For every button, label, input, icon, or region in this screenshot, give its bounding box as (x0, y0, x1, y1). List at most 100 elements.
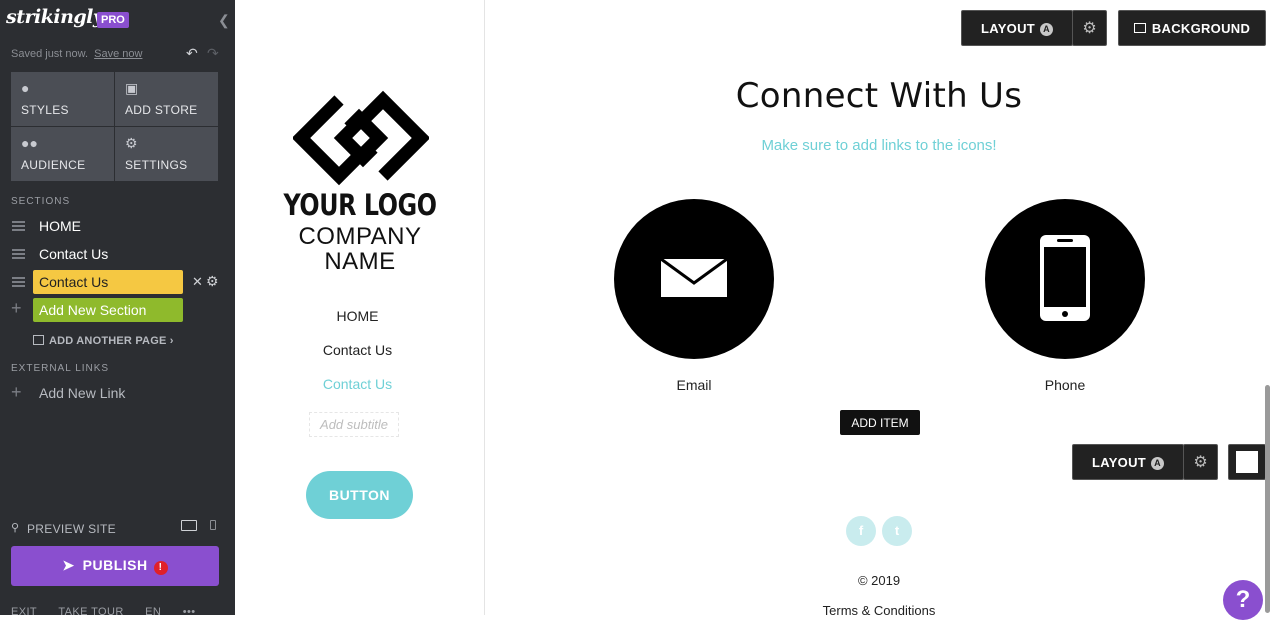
nav-link-contact-active[interactable]: Contact Us (235, 376, 480, 392)
add-new-link-row[interactable]: + Add New Link (0, 382, 235, 404)
section-label: HOME (39, 218, 81, 234)
layout-label: LAYOUT (980, 20, 1036, 36)
section-title[interactable]: Connect With Us (486, 76, 1272, 116)
page-icon (33, 335, 44, 345)
drag-handle-icon[interactable] (12, 277, 25, 287)
site-cta-button[interactable]: BUTTON (306, 471, 413, 519)
collapse-sidebar-icon[interactable]: ❮ (218, 12, 230, 28)
phone-icon (1040, 235, 1090, 321)
section-name-input[interactable] (33, 270, 183, 294)
strikingly-logo[interactable]: strikingly (6, 6, 104, 28)
square-icon (1236, 451, 1258, 473)
take-tour-link[interactable]: TAKE TOUR (58, 606, 123, 615)
logo-title: YOUR LOGO (283, 188, 437, 222)
layout-badge: A (1151, 456, 1165, 470)
add-page-label: ADD ANOTHER PAGE (49, 335, 167, 347)
language-link[interactable]: EN (145, 606, 161, 615)
save-status-text: Saved just now. (11, 48, 89, 60)
logo-name-line: NAME (324, 248, 396, 275)
main-canvas: LAYOUT A ⚙ BACKGROUND Connect With Us Mak… (486, 0, 1275, 620)
search-icon: ⚲ (11, 522, 20, 534)
alert-icon: ! (153, 561, 168, 575)
editor-sidebar: strikingly PRO ❮ Saved just now. Save no… (0, 0, 235, 615)
section-label: Contact Us (39, 246, 109, 262)
logo-company-line: COMPANY (298, 223, 422, 250)
gear-icon[interactable]: ⚙ (206, 273, 219, 290)
drag-handle-icon[interactable] (12, 221, 25, 231)
gear-icon: ⚙ (1082, 20, 1097, 37)
help-button[interactable]: ? (1223, 580, 1263, 620)
background-label: BACKGROUND (1151, 20, 1251, 36)
rocket-icon: ➤ (62, 557, 75, 573)
mobile-icon[interactable] (210, 520, 216, 530)
copyright-text: © 2019 (857, 573, 901, 588)
audience-label: AUDIENCE (21, 158, 86, 172)
site-nav-column: YOUR LOGO COMPANY NAME HOME Contact Us C… (235, 0, 485, 615)
preview-site-row: ⚲ PREVIEW SITE (11, 520, 221, 537)
store-icon: ▣ (125, 80, 139, 96)
gear-icon: ⚙ (125, 135, 138, 151)
pro-badge: PRO (97, 12, 129, 28)
redo-icon[interactable]: ↷ (207, 45, 219, 62)
email-item-label[interactable]: Email (614, 377, 774, 393)
settings-label: SETTINGS (125, 158, 188, 172)
section-subtitle[interactable]: Make sure to add links to the icons! (486, 137, 1272, 154)
layout-button[interactable]: LAYOUT A (961, 10, 1073, 46)
facebook-icon[interactable]: f (846, 516, 876, 546)
scrollbar[interactable] (1265, 385, 1270, 613)
nav-link-home[interactable]: HOME (235, 308, 480, 324)
add-item-button[interactable]: ADD ITEM (840, 410, 920, 435)
image-icon (1133, 22, 1146, 33)
add-store-label: ADD STORE (125, 103, 198, 117)
email-item-circle[interactable] (614, 199, 774, 359)
terms-link[interactable]: Terms & Conditions (486, 603, 1272, 618)
phone-item-label[interactable]: Phone (985, 377, 1145, 393)
styles-button[interactable]: ● STYLES (11, 72, 114, 126)
external-links-heading: EXTERNAL LINKS (11, 363, 110, 374)
publish-button[interactable]: ➤ PUBLISH! (11, 546, 219, 586)
add-another-page-link[interactable]: ADD ANOTHER PAGE › (33, 335, 174, 347)
footer-background-button[interactable] (1228, 444, 1266, 480)
nav-link-contact[interactable]: Contact Us (235, 342, 480, 358)
logo-company: COMPANY NAME (235, 224, 485, 274)
save-now-link[interactable]: Save now (94, 48, 142, 60)
section-item-editing[interactable]: ✕ ⚙ (0, 270, 235, 294)
plus-icon: + (11, 382, 22, 402)
phone-item-circle[interactable] (985, 199, 1145, 359)
logo-mark-icon[interactable] (293, 88, 429, 188)
layout-badge: A (1040, 22, 1054, 36)
settings-button[interactable]: ⚙ SETTINGS (115, 127, 218, 181)
section-item-contact[interactable]: Contact Us (0, 242, 235, 266)
plus-icon: + (11, 298, 22, 318)
section-item-home[interactable]: HOME (0, 214, 235, 238)
twitter-icon[interactable]: t (882, 516, 912, 546)
more-icon[interactable]: ••• (183, 606, 196, 615)
exit-link[interactable]: EXIT (11, 606, 37, 615)
desktop-icon[interactable] (181, 520, 197, 531)
save-status: Saved just now. Save now (11, 48, 142, 60)
people-icon: ●● (21, 135, 38, 151)
section-settings-button[interactable]: ⚙ (1072, 10, 1107, 46)
add-new-link-label: Add New Link (39, 385, 126, 401)
gear-icon: ⚙ (1193, 454, 1208, 471)
add-new-section-input[interactable] (33, 298, 183, 322)
close-icon[interactable]: ✕ (192, 274, 203, 290)
sections-heading: SECTIONS (11, 196, 71, 207)
preview-site-link[interactable]: PREVIEW SITE (27, 522, 116, 536)
tool-grid: ● STYLES ▣ ADD STORE ●● AUDIENCE ⚙ SETTI… (11, 72, 218, 181)
envelope-icon (660, 257, 728, 297)
audience-button[interactable]: ●● AUDIENCE (11, 127, 114, 181)
add-store-button[interactable]: ▣ ADD STORE (115, 72, 218, 126)
layout-label: LAYOUT (1091, 454, 1147, 470)
add-subtitle-field[interactable]: Add subtitle (309, 412, 399, 437)
drag-handle-icon[interactable] (12, 249, 25, 259)
add-new-section-row[interactable]: + (0, 298, 235, 322)
palette-icon: ● (21, 80, 30, 96)
styles-label: STYLES (21, 103, 69, 117)
sidebar-footer: EXIT TAKE TOUR EN ••• (11, 606, 213, 615)
footer-settings-button[interactable]: ⚙ (1183, 444, 1218, 480)
publish-label: PUBLISH (82, 557, 148, 573)
undo-icon[interactable]: ↶ (186, 45, 198, 62)
background-button[interactable]: BACKGROUND (1118, 10, 1266, 46)
footer-layout-button[interactable]: LAYOUT A (1072, 444, 1184, 480)
